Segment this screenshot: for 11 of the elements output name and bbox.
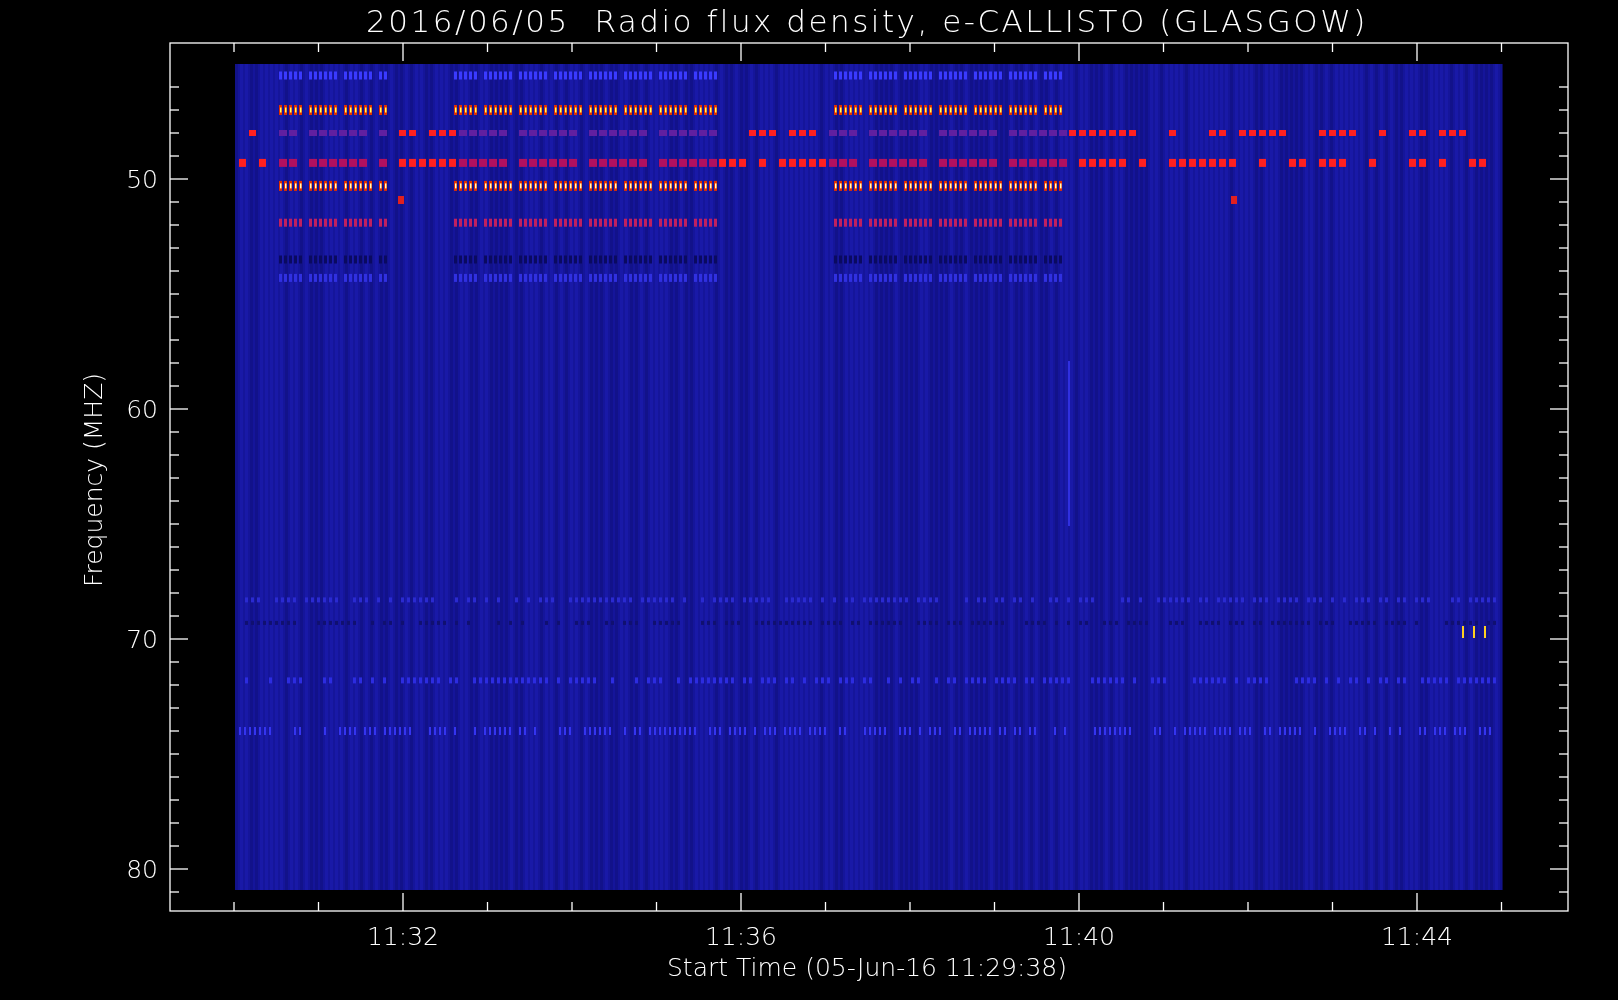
- y-tick-label: 70: [126, 625, 158, 654]
- y-tick-label: 60: [126, 395, 158, 424]
- x-tick-label: 11:44: [1381, 922, 1453, 951]
- y-tick-label: 80: [126, 855, 158, 884]
- y-tick-label: 50: [126, 165, 158, 194]
- x-tick-label: 11:36: [705, 922, 777, 951]
- chart-title: 2016/06/05 Radio flux density, e-CALLISTO (GLASGOW): [366, 3, 1368, 39]
- x-axis-label: Start Time (05-Jun-16 11:29:38): [667, 953, 1067, 982]
- x-tick-label: 11:32: [367, 922, 439, 951]
- y-axis-label: Frequency (MHZ): [79, 372, 108, 588]
- x-tick-label: 11:40: [1043, 922, 1115, 951]
